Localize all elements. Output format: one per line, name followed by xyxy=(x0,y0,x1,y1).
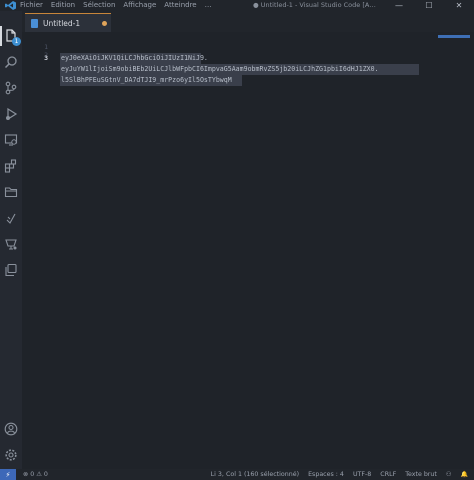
testing-icon[interactable] xyxy=(2,209,20,227)
feedback-icon[interactable]: ⚇ xyxy=(446,469,452,480)
indentation[interactable]: Espaces : 4 xyxy=(308,469,344,480)
unsaved-dot-icon[interactable] xyxy=(102,21,107,26)
folder-icon[interactable] xyxy=(2,183,20,201)
menu-affichage[interactable]: Affichage xyxy=(123,0,156,11)
vscode-logo-icon xyxy=(0,0,20,11)
explorer-badge: 1 xyxy=(12,37,21,46)
account-icon[interactable] xyxy=(2,420,20,438)
settings-gear-icon[interactable] xyxy=(2,446,20,464)
end-of-line[interactable]: CRLF xyxy=(380,469,396,480)
source-control-icon[interactable] xyxy=(2,79,20,97)
menu-edition[interactable]: Edition xyxy=(51,0,75,11)
tab-untitled-1[interactable]: Untitled-1 xyxy=(25,13,111,32)
copy-icon[interactable] xyxy=(2,261,20,279)
title-bar: Fichier Edition Sélection Affichage Atte… xyxy=(0,0,474,11)
file-icon xyxy=(31,18,38,28)
tab-bar: Untitled-1 xyxy=(22,11,474,32)
menu-atteindre[interactable]: Atteindre xyxy=(164,0,196,11)
maximize-button[interactable]: ☐ xyxy=(414,0,444,11)
minimize-button[interactable]: — xyxy=(384,0,414,11)
menu-fichier[interactable]: Fichier xyxy=(20,0,43,11)
window-title: ● Untitled-1 - Visual Studio Code [A… xyxy=(253,1,376,9)
editor[interactable]: 1 2 3 eyJ0eXAiOiJKV1QiLCJhbGciOiJIUzI1Ni… xyxy=(22,32,474,469)
problems-indicator[interactable]: ⊗ 0 ⚠ 0 xyxy=(23,469,48,480)
scrollbar-marker[interactable] xyxy=(438,35,470,38)
code-line[interactable]: l5SlBhPFEuSGtnV_DA7dTJI9_mrPzo6yIl5OsTYb… xyxy=(61,75,232,86)
search-icon[interactable] xyxy=(2,53,20,71)
menu-selection[interactable]: Sélection xyxy=(83,0,115,11)
window-controls: — ☐ ✕ xyxy=(384,0,474,11)
status-bar: ⚡ ⊗ 0 ⚠ 0 Li 3, Col 1 (160 sélectionné) … xyxy=(0,469,474,480)
cursor-position[interactable]: Li 3, Col 1 (160 sélectionné) xyxy=(211,469,299,480)
line-number-current: 3 xyxy=(44,54,48,62)
extensions-icon[interactable] xyxy=(2,157,20,175)
deploy-icon[interactable] xyxy=(2,235,20,253)
tab-label: Untitled-1 xyxy=(43,18,81,28)
remote-indicator-icon[interactable]: ⚡ xyxy=(0,469,16,480)
code-line[interactable]: eyJuYW1lIjoiSm9obiBEb2UiLCJlbWFpbCI6Impv… xyxy=(61,64,379,75)
close-button[interactable]: ✕ xyxy=(444,0,474,11)
code-line[interactable]: eyJ0eXAiOiJKV1QiLCJhbGciOiJIUzI1NiJ9. xyxy=(61,53,208,64)
run-debug-icon[interactable] xyxy=(2,105,20,123)
language-mode[interactable]: Texte brut xyxy=(405,469,437,480)
encoding[interactable]: UTF-8 xyxy=(353,469,371,480)
remote-explorer-icon[interactable] xyxy=(2,131,20,149)
menu-more[interactable]: … xyxy=(205,0,212,11)
activity-bar: 1 xyxy=(0,11,22,469)
bell-icon[interactable]: 🔔 xyxy=(461,469,468,480)
